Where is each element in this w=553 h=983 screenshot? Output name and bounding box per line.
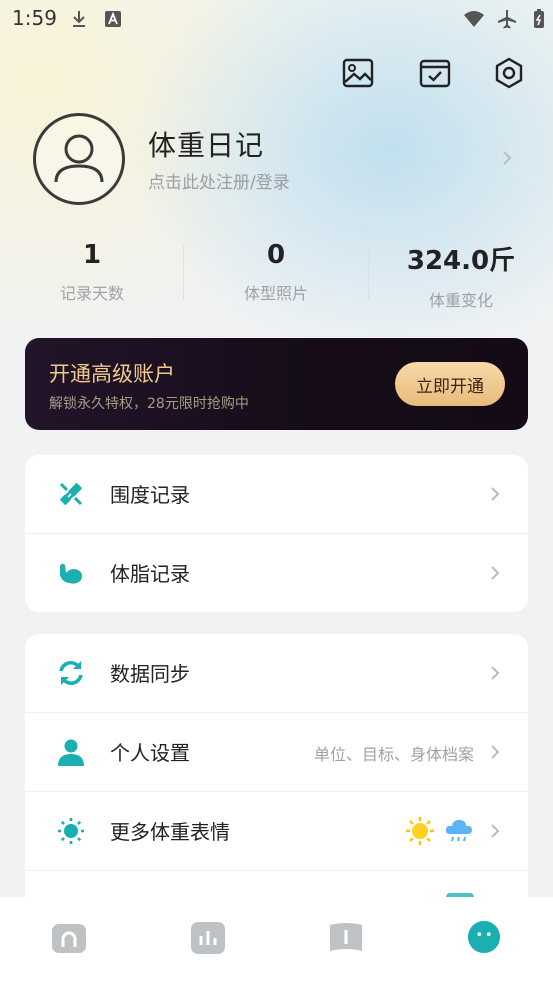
download-icon <box>73 11 85 27</box>
profile-name[interactable]: 体重日记 <box>148 124 264 164</box>
list-item-circumference[interactable]: 围度记录 <box>25 455 528 534</box>
list-item-data-sync[interactable]: 数据同步 <box>25 634 528 713</box>
list-item-label: 体脂记录 <box>110 562 190 586</box>
premium-subtitle: 解锁永久特权，28元限时抢购中 <box>49 396 249 412</box>
stat-label: 体重变化 <box>428 291 493 310</box>
premium-banner[interactable]: 开通高级账户 解锁永久特权，28元限时抢购中 立即开通 <box>25 338 528 430</box>
user-silhouette-icon <box>54 134 104 183</box>
stat-record-days: 1 记录天数 <box>0 240 184 304</box>
premium-title: 开通高级账户 <box>49 362 175 386</box>
chevron-right-icon <box>491 566 500 580</box>
list-item-personal-settings[interactable]: 个人设置 单位、目标、身体档案 <box>25 713 528 792</box>
bottom-nav <box>0 897 553 983</box>
checkin-calendar-button[interactable] <box>417 55 453 91</box>
avatar[interactable] <box>33 113 125 205</box>
list-item-body-fat[interactable]: 体脂记录 <box>25 534 528 612</box>
list-item-hint: 单位、目标、身体档案 <box>313 745 474 764</box>
sun-icon <box>58 818 84 844</box>
stat-body-photos: 0 体型照片 <box>184 240 368 304</box>
profile-face-icon[interactable] <box>466 920 502 954</box>
stat-value: 324.0斤 <box>406 246 516 276</box>
stat-value: 1 <box>82 240 102 270</box>
sync-icon <box>59 661 83 685</box>
login-prompt[interactable]: 点击此处注册/登录 <box>148 168 290 193</box>
profile-chevron-right-icon[interactable] <box>500 151 514 165</box>
stat-value: 0 <box>266 240 286 270</box>
settings-gear-button[interactable] <box>491 55 527 91</box>
gallery-button[interactable] <box>340 55 376 91</box>
settings-card: 数据同步 个人设置 单位、目标、身体档案 更多体重表情 <box>25 634 528 897</box>
airplane-icon <box>498 10 516 29</box>
battery-icon <box>534 9 544 28</box>
chevron-right-icon <box>491 824 500 838</box>
chevron-right-icon <box>491 487 500 501</box>
status-time: 1:59 <box>12 6 57 30</box>
list-item-partial[interactable] <box>25 871 528 897</box>
list-item-label: 更多体重表情 <box>110 820 230 844</box>
home-icon[interactable] <box>51 921 87 955</box>
tape-ruler-icon <box>59 482 83 506</box>
chevron-right-icon <box>491 745 500 759</box>
sunny-emoji-icon <box>406 817 434 845</box>
rainy-emoji-icon <box>445 820 472 842</box>
book-icon[interactable] <box>328 921 364 955</box>
stat-label: 体型照片 <box>243 284 308 303</box>
chevron-right-icon <box>491 666 500 680</box>
list-item-label: 数据同步 <box>110 662 190 686</box>
person-icon <box>58 739 84 766</box>
stats-icon[interactable] <box>190 921 226 955</box>
stat-label: 记录天数 <box>59 284 124 303</box>
list-item-weight-emojis[interactable]: 更多体重表情 <box>25 792 528 871</box>
list-item-label: 个人设置 <box>110 741 190 765</box>
muscle-arm-icon <box>60 563 82 584</box>
font-icon <box>105 11 121 27</box>
stat-weight-change: 324.0斤 体重变化 <box>369 240 553 311</box>
wifi-icon <box>464 11 484 27</box>
list-item-label: 围度记录 <box>110 483 190 507</box>
activate-now-button[interactable]: 立即开通 <box>395 362 505 406</box>
records-card: 围度记录 体脂记录 <box>25 455 528 612</box>
